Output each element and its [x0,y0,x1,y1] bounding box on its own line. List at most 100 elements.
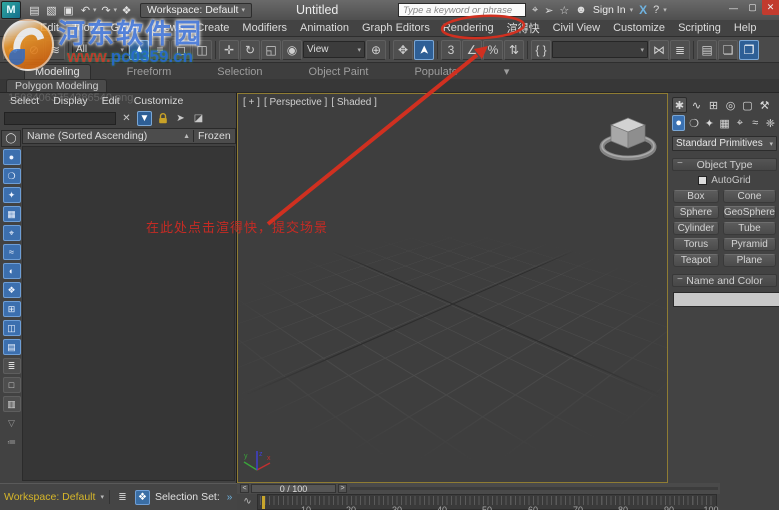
toggle-lights-icon[interactable]: ✦ [3,187,21,203]
open-file-icon[interactable]: ▧ [44,3,59,18]
clear-search-icon[interactable]: ✕ [119,111,134,126]
menu-scripting[interactable]: Scripting [678,22,721,34]
geometry-category-icon[interactable]: ● [672,115,685,131]
menu-civil-view[interactable]: Civil View [553,22,600,34]
next-frame-button[interactable]: > [338,484,347,493]
align-icon[interactable]: ≣ [670,40,690,60]
undo-dropdown-icon[interactable]: ▾ [93,6,97,14]
object-name-field[interactable] [673,292,779,307]
viewport-shading-menu[interactable]: [ Shaded ] [331,97,377,108]
menu-views[interactable]: Views [154,22,183,34]
space-warps-category-icon[interactable]: ≈ [748,115,761,131]
menu-xuandekuai-plugin[interactable]: 渲得快 [507,20,540,36]
select-object-icon[interactable]: ➤ [129,40,149,60]
toggle-materials-icon[interactable]: ▤ [3,339,21,355]
sign-in-button[interactable]: Sign In [593,4,626,16]
menu-tools[interactable]: Tools [72,22,98,34]
new-scene-icon[interactable]: ▤ [27,3,42,18]
time-slider-handle[interactable]: 0 / 100 [251,484,336,493]
select-and-scale-icon[interactable]: ◱ [261,40,281,60]
box-button[interactable]: Box [673,190,719,203]
filter-list-icon[interactable]: ▽ [3,415,21,431]
menu-graph-editors[interactable]: Graph Editors [362,22,430,34]
redo-icon[interactable]: ↷ [99,3,114,18]
unlink-selection-icon[interactable]: ⊘ [24,40,44,60]
launch-icon[interactable]: ➢ [544,4,553,17]
toggle-cameras-icon[interactable]: ▦ [3,206,21,222]
autodesk-exchange-icon[interactable]: X [639,3,647,17]
select-by-name-icon[interactable]: ≡ [150,40,170,60]
tube-button[interactable]: Tube [723,222,776,235]
menu-edit[interactable]: Edit [40,22,59,34]
snaps-toggle-3d-icon[interactable]: 3 [441,40,461,60]
select-and-rotate-icon[interactable]: ↻ [240,40,260,60]
viewcube[interactable] [597,110,659,168]
maximize-button[interactable]: ▢ [743,0,762,15]
collapse-all-icon[interactable]: □ [3,377,21,393]
mirror-icon[interactable]: ⋈ [649,40,669,60]
cylinder-button[interactable]: Cylinder [673,222,719,235]
polygon-modeling-panel[interactable]: Polygon Modeling [6,79,107,92]
reference-coordinate-dropdown[interactable]: View ▾ [303,41,365,58]
isolate-layers-icon[interactable]: ≣ [115,490,130,505]
systems-category-icon[interactable]: ❈ [764,115,777,131]
select-and-move-icon[interactable]: ✛ [219,40,239,60]
track-bar-ruler[interactable]: 10 20 30 40 50 60 70 80 90 100 [257,494,717,510]
geosphere-button[interactable]: GeoSphere [723,206,776,219]
infocenter-search-input[interactable] [398,3,526,17]
undo-icon[interactable]: ↶ [78,3,93,18]
status-overflow-icon[interactable]: » [227,492,233,503]
teapot-button[interactable]: Teapot [673,254,719,267]
ribbon-tab-freeform[interactable]: Freeform [117,65,182,79]
hierarchy-tab-icon[interactable]: ⊞ [706,97,721,113]
use-center-flyout-icon[interactable]: ✥ [393,40,413,60]
toggle-helpers-icon[interactable]: ⌖ [3,225,21,241]
ribbon-tab-object-paint[interactable]: Object Paint [299,65,379,79]
object-type-rollout[interactable]: − Object Type [672,158,777,171]
display-mode-icon[interactable]: ▥ [3,396,21,412]
use-pivot-point-icon[interactable]: ⊕ [366,40,386,60]
ribbon-options-icon[interactable]: ▾ [494,64,520,79]
time-slider-track[interactable] [350,487,718,490]
rectangular-selection-region-icon[interactable]: ◻ [171,40,191,60]
autogrid-checkbox[interactable] [698,176,707,185]
cameras-category-icon[interactable]: ▦ [718,115,731,131]
mini-curve-editor-icon[interactable]: ∿ [240,495,255,508]
helpers-category-icon[interactable]: ⌖ [733,115,746,131]
plane-button[interactable]: Plane [723,254,776,267]
toggle-bones-icon[interactable]: ⊞ [3,301,21,317]
menu-create[interactable]: Create [196,22,229,34]
favorites-star-icon[interactable]: ☆ [559,4,569,17]
frozen-column-header[interactable]: Frozen [193,130,235,142]
angle-snap-icon[interactable]: ∠ [462,40,482,60]
sync-selection-icon[interactable]: ◪ [191,111,206,126]
workspace-status-dropdown-icon[interactable]: ▾ [100,493,104,501]
layer-explorer-icon[interactable]: ▤ [697,40,717,60]
window-crossing-icon[interactable]: ◫ [192,40,212,60]
project-folder-icon[interactable]: ❖ [119,3,134,18]
shapes-category-icon[interactable]: ❍ [687,115,700,131]
previous-frame-button[interactable]: < [240,484,249,493]
create-tab-icon[interactable]: ✱ [672,97,687,113]
selection-filter-dropdown[interactable]: All ▾ [72,41,128,58]
current-frame-marker[interactable] [262,496,265,509]
help-icon[interactable]: ? [653,4,659,16]
explorer-menu-select[interactable]: Select [10,95,39,107]
cone-button[interactable]: Cone [723,190,776,203]
select-and-manipulate-icon[interactable]: ➤ [414,40,434,60]
lights-category-icon[interactable]: ✦ [703,115,716,131]
filter-funnel-icon[interactable]: ▼ [137,111,152,126]
menu-group[interactable]: Group [111,22,142,34]
sort-options-icon[interactable]: ≔ [3,434,21,450]
menu-customize[interactable]: Customize [613,22,665,34]
toggle-groups-icon[interactable]: ◐ [3,263,21,279]
primitive-category-dropdown[interactable]: Standard Primitives ▾ [672,136,777,151]
spinner-snap-icon[interactable]: ⇅ [504,40,524,60]
menu-rendering[interactable]: Rendering [443,22,494,34]
scene-explorer-toggle-icon[interactable]: ❖ [135,490,150,505]
explorer-menu-customize[interactable]: Customize [134,95,184,107]
toggle-ribbon-icon[interactable]: ❐ [739,40,759,60]
torus-button[interactable]: Torus [673,238,719,251]
select-and-link-icon[interactable]: ∞ [3,40,23,60]
utilities-tab-icon[interactable]: ⚒ [757,97,772,113]
